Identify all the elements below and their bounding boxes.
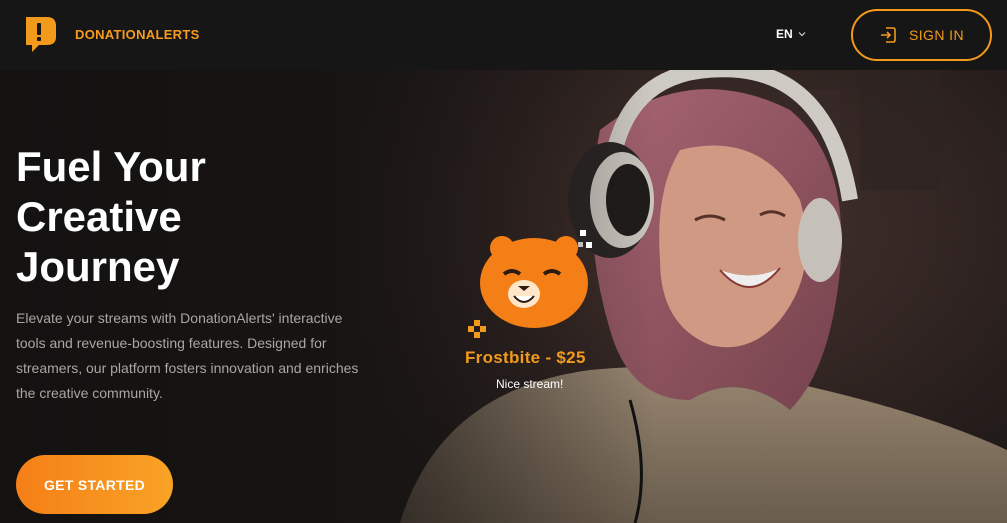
- brand-name[interactable]: DONATIONALERTS: [75, 27, 200, 42]
- sign-in-button[interactable]: SIGN IN: [851, 9, 992, 61]
- donation-message: Nice stream!: [496, 377, 564, 391]
- top-header: DONATIONALERTS EN SIGN IN: [0, 0, 1007, 70]
- donation-name-amount: Frostbite - $25: [465, 348, 586, 367]
- language-selector[interactable]: EN: [776, 27, 806, 41]
- hero-title-line: Journey: [16, 243, 180, 290]
- bear-mascot-icon: [468, 230, 592, 338]
- donationalerts-logo-icon[interactable]: [23, 15, 59, 53]
- hero-title: Fuel Your Creative Journey: [16, 142, 316, 292]
- hero-description: Elevate your streams with DonationAlerts…: [16, 310, 359, 401]
- sign-in-label: SIGN IN: [909, 27, 964, 43]
- hero-title-line: Fuel Your: [16, 143, 206, 190]
- hero-title-line: Creative: [16, 193, 182, 240]
- landing-page: DONATIONALERTS EN SIGN IN Fuel Your Crea…: [0, 0, 1007, 523]
- get-started-button[interactable]: GET STARTED: [16, 455, 173, 514]
- language-label: EN: [776, 27, 793, 41]
- sign-in-icon: [881, 27, 896, 43]
- chevron-down-icon: [798, 32, 806, 37]
